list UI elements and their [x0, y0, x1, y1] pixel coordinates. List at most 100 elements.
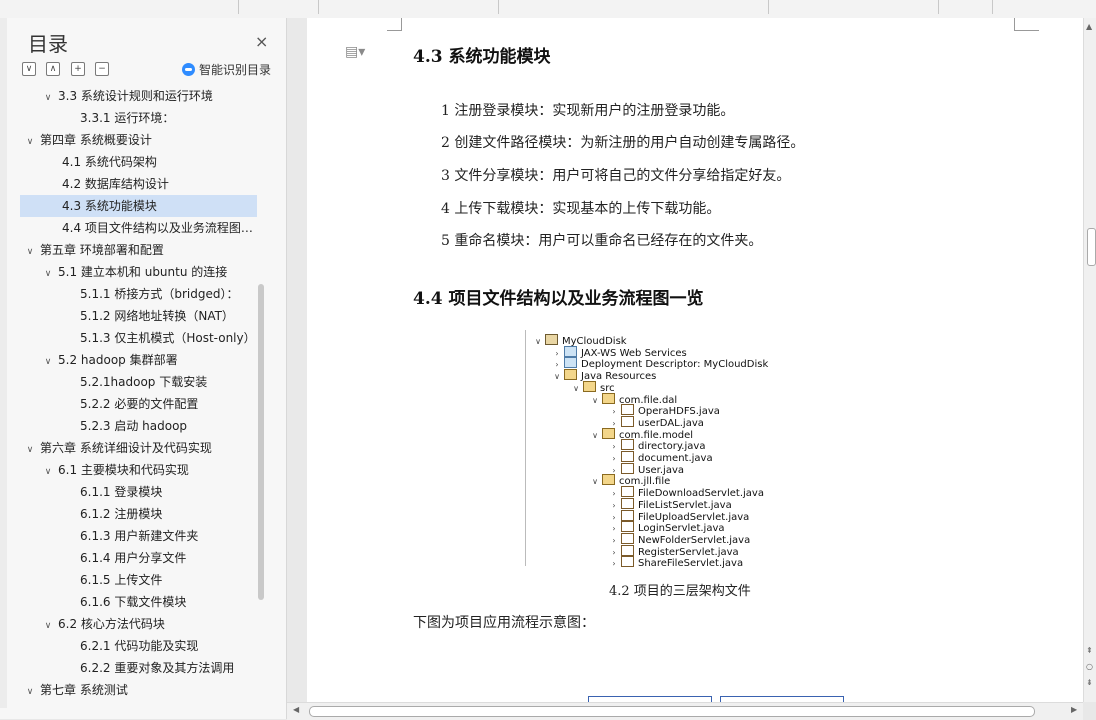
expand-arrow-icon: ∨	[573, 383, 579, 393]
vertical-scrollbar[interactable]: ▲ ⇞ ○ ⇟	[1083, 18, 1096, 702]
page-up-icon[interactable]: ⇞	[1086, 646, 1093, 655]
tree-node: › FileDownloadServlet.java	[609, 486, 764, 499]
chevron-down-icon[interactable]: ∨	[42, 87, 54, 107]
chevron-down-icon[interactable]: ∨	[42, 615, 54, 635]
chevron-down-icon[interactable]: ∨	[42, 351, 54, 371]
add-heading-icon[interactable]: +	[71, 62, 85, 76]
toc-item-label: 6.1.2 注册模块	[80, 507, 163, 521]
toc-item[interactable]: ∨ 3.3 系统设计规则和运行环境	[20, 85, 257, 107]
toc-item[interactable]: 5.1.1 桥接方式（bridged）：	[20, 283, 257, 305]
folder-icon	[545, 334, 558, 345]
tree-node: › User.java	[609, 462, 684, 476]
collapse-all-icon[interactable]: ∨	[22, 62, 36, 76]
vertical-scroll-thumb[interactable]	[1087, 228, 1096, 266]
toc-item[interactable]: 6.1.4 用户分享文件	[20, 547, 257, 569]
scroll-right-icon[interactable]: ▶	[1071, 705, 1077, 714]
scroll-left-icon[interactable]: ◀	[293, 705, 299, 714]
toc-item[interactable]: ∨ 第六章 系统详细设计及代码实现	[20, 437, 257, 459]
java-file-icon	[621, 509, 634, 521]
tree-node: › RegisterServlet.java	[609, 544, 739, 558]
toc-scrollbar[interactable]	[258, 284, 264, 600]
web-node-icon	[564, 357, 577, 369]
toc-item[interactable]: 6.1.1 登录模块	[20, 481, 257, 503]
collapsed-arrow-icon: ›	[612, 559, 616, 569]
toc-title: 目录	[28, 32, 68, 56]
toc-item-label: 5.2.1hadoop 下载安装	[80, 375, 208, 389]
expand-up-icon[interactable]: ∧	[46, 62, 60, 76]
toc-item[interactable]: ∨ 6.1 主要模块和代码实现	[20, 459, 257, 481]
select-browse-icon[interactable]: ○	[1086, 662, 1093, 671]
smart-toc-button[interactable]: 智能识别目录	[182, 61, 271, 78]
toc-item-label: 5.2 hadoop 集群部署	[58, 353, 178, 367]
toc-item[interactable]: 6.1.5 上传文件	[20, 569, 257, 591]
toc-item[interactable]: 4.3 系统功能模块	[20, 195, 257, 217]
document-area: ▤▾ 4.3 系统功能模块 1 注册登录模块：实现新用户的注册登录功能。 2 创…	[287, 18, 1083, 702]
chevron-down-icon[interactable]: ∨	[42, 263, 54, 283]
module-list-item: 4 上传下载模块：实现基本的上传下载功能。	[441, 201, 721, 217]
chevron-down-icon[interactable]: ∨	[24, 439, 36, 459]
toc-item[interactable]: 6.1.2 注册模块	[20, 503, 257, 525]
java-file-icon	[621, 439, 634, 451]
toc-item[interactable]: 5.2.3 启动 hadoop	[20, 415, 257, 437]
java-file-icon	[621, 462, 634, 474]
toc-item-label: 4.4 项目文件结构以及业务流程图一览	[62, 221, 257, 235]
tree-node: ∨ MyCloudDisk	[533, 334, 627, 347]
toc-item[interactable]: 3.3.1 运行环境：	[20, 107, 257, 129]
ribbon-separator	[318, 0, 319, 14]
toc-item-label: 6.2 核心方法代码块	[58, 617, 165, 631]
close-icon[interactable]: ×	[255, 32, 268, 51]
body-paragraph: 下图为项目应用流程示意图：	[413, 615, 595, 631]
ribbon-separator	[992, 0, 993, 14]
chevron-down-icon[interactable]: ∨	[42, 461, 54, 481]
tree-node: › Deployment Descriptor: MyCloudDisk	[552, 357, 768, 370]
toc-item[interactable]: 4.4 项目文件结构以及业务流程图一览	[20, 217, 257, 239]
heading-4-4: 4.4 项目文件结构以及业务流程图一览	[413, 289, 704, 309]
toc-item[interactable]: ∨ 5.2 hadoop 集群部署	[20, 349, 257, 371]
document-outline-icon[interactable]: ▤▾	[345, 44, 365, 60]
chevron-down-icon[interactable]: ∨	[24, 241, 36, 261]
horizontal-scroll-thumb[interactable]	[309, 706, 1035, 717]
toc-item[interactable]: 6.2.1 代码功能及实现	[20, 635, 257, 657]
remove-heading-icon[interactable]: −	[95, 62, 109, 76]
web-node-icon	[564, 345, 577, 357]
smart-toc-label: 智能识别目录	[199, 63, 272, 77]
scroll-up-icon[interactable]: ▲	[1086, 22, 1092, 31]
tree-node: › ShareFileServlet.java	[609, 556, 743, 569]
toc-item[interactable]: 6.2.2 重要对象及其方法调用	[20, 657, 257, 679]
toc-item[interactable]: 6.1.3 用户新建文件夹	[20, 525, 257, 547]
toc-item[interactable]: 5.1.2 网络地址转换（NAT）	[20, 305, 257, 327]
toc-item[interactable]: 5.2.1hadoop 下载安装	[20, 371, 257, 393]
toc-item[interactable]: 5.2.2 必要的文件配置	[20, 393, 257, 415]
toc-item-label: 第四章 系统概要设计	[40, 133, 152, 147]
tree-node: › NewFolderServlet.java	[609, 532, 750, 546]
ribbon-separator	[238, 0, 239, 14]
toc-item[interactable]: 6.1.6 下载文件模块	[20, 591, 257, 613]
module-list-item: 5 重命名模块：用户可以重命名已经存在的文件夹。	[441, 233, 763, 249]
toc-item[interactable]: 4.1 系统代码架构	[20, 151, 257, 173]
toc-item[interactable]: ∨ 5.1 建立本机和 ubuntu 的连接	[20, 261, 257, 283]
toc-item[interactable]: 7.1 测试环境	[20, 701, 257, 702]
toc-item-label: 第六章 系统详细设计及代码实现	[40, 441, 212, 455]
chevron-down-icon[interactable]: ∨	[24, 681, 36, 701]
module-list-item: 3 文件分享模块：用户可将自己的文件分享给指定好友。	[441, 168, 791, 184]
tree-node: ∨ com.file.model	[590, 427, 693, 441]
toc-item-label: 4.2 数据库结构设计	[62, 177, 169, 191]
page-down-icon[interactable]: ⇟	[1086, 678, 1093, 687]
toc-item-label: 6.1.1 登录模块	[80, 485, 163, 499]
toc-item[interactable]: ∨ 第七章 系统测试	[20, 679, 257, 701]
tree-node: › userDAL.java	[609, 415, 704, 429]
toc-list: ∨ 3.3 系统设计规则和运行环境 3.3.1 运行环境： ∨ 第四章 系统概要设计 4.…	[20, 85, 260, 702]
toc-item[interactable]: ∨ 第五章 环境部署和配置	[20, 239, 257, 261]
page-corner-mark	[1014, 18, 1039, 31]
toc-item[interactable]: 5.1.3 仅主机模式（Host-only）	[20, 327, 257, 349]
toc-item-label: 3.3.1 运行环境：	[80, 111, 175, 125]
toc-item[interactable]: ∨ 6.2 核心方法代码块	[20, 613, 257, 635]
chevron-down-icon[interactable]: ∨	[24, 131, 36, 151]
folder-icon	[583, 380, 596, 392]
horizontal-scrollbar[interactable]: ◀ ▶	[287, 702, 1083, 720]
heading-4-3: 4.3 系统功能模块	[413, 47, 551, 67]
ribbon-separator	[498, 0, 499, 14]
toc-item[interactable]: ∨ 第四章 系统概要设计	[20, 129, 257, 151]
expand-arrow-icon: ∨	[592, 395, 598, 405]
toc-item[interactable]: 4.2 数据库结构设计	[20, 173, 257, 195]
